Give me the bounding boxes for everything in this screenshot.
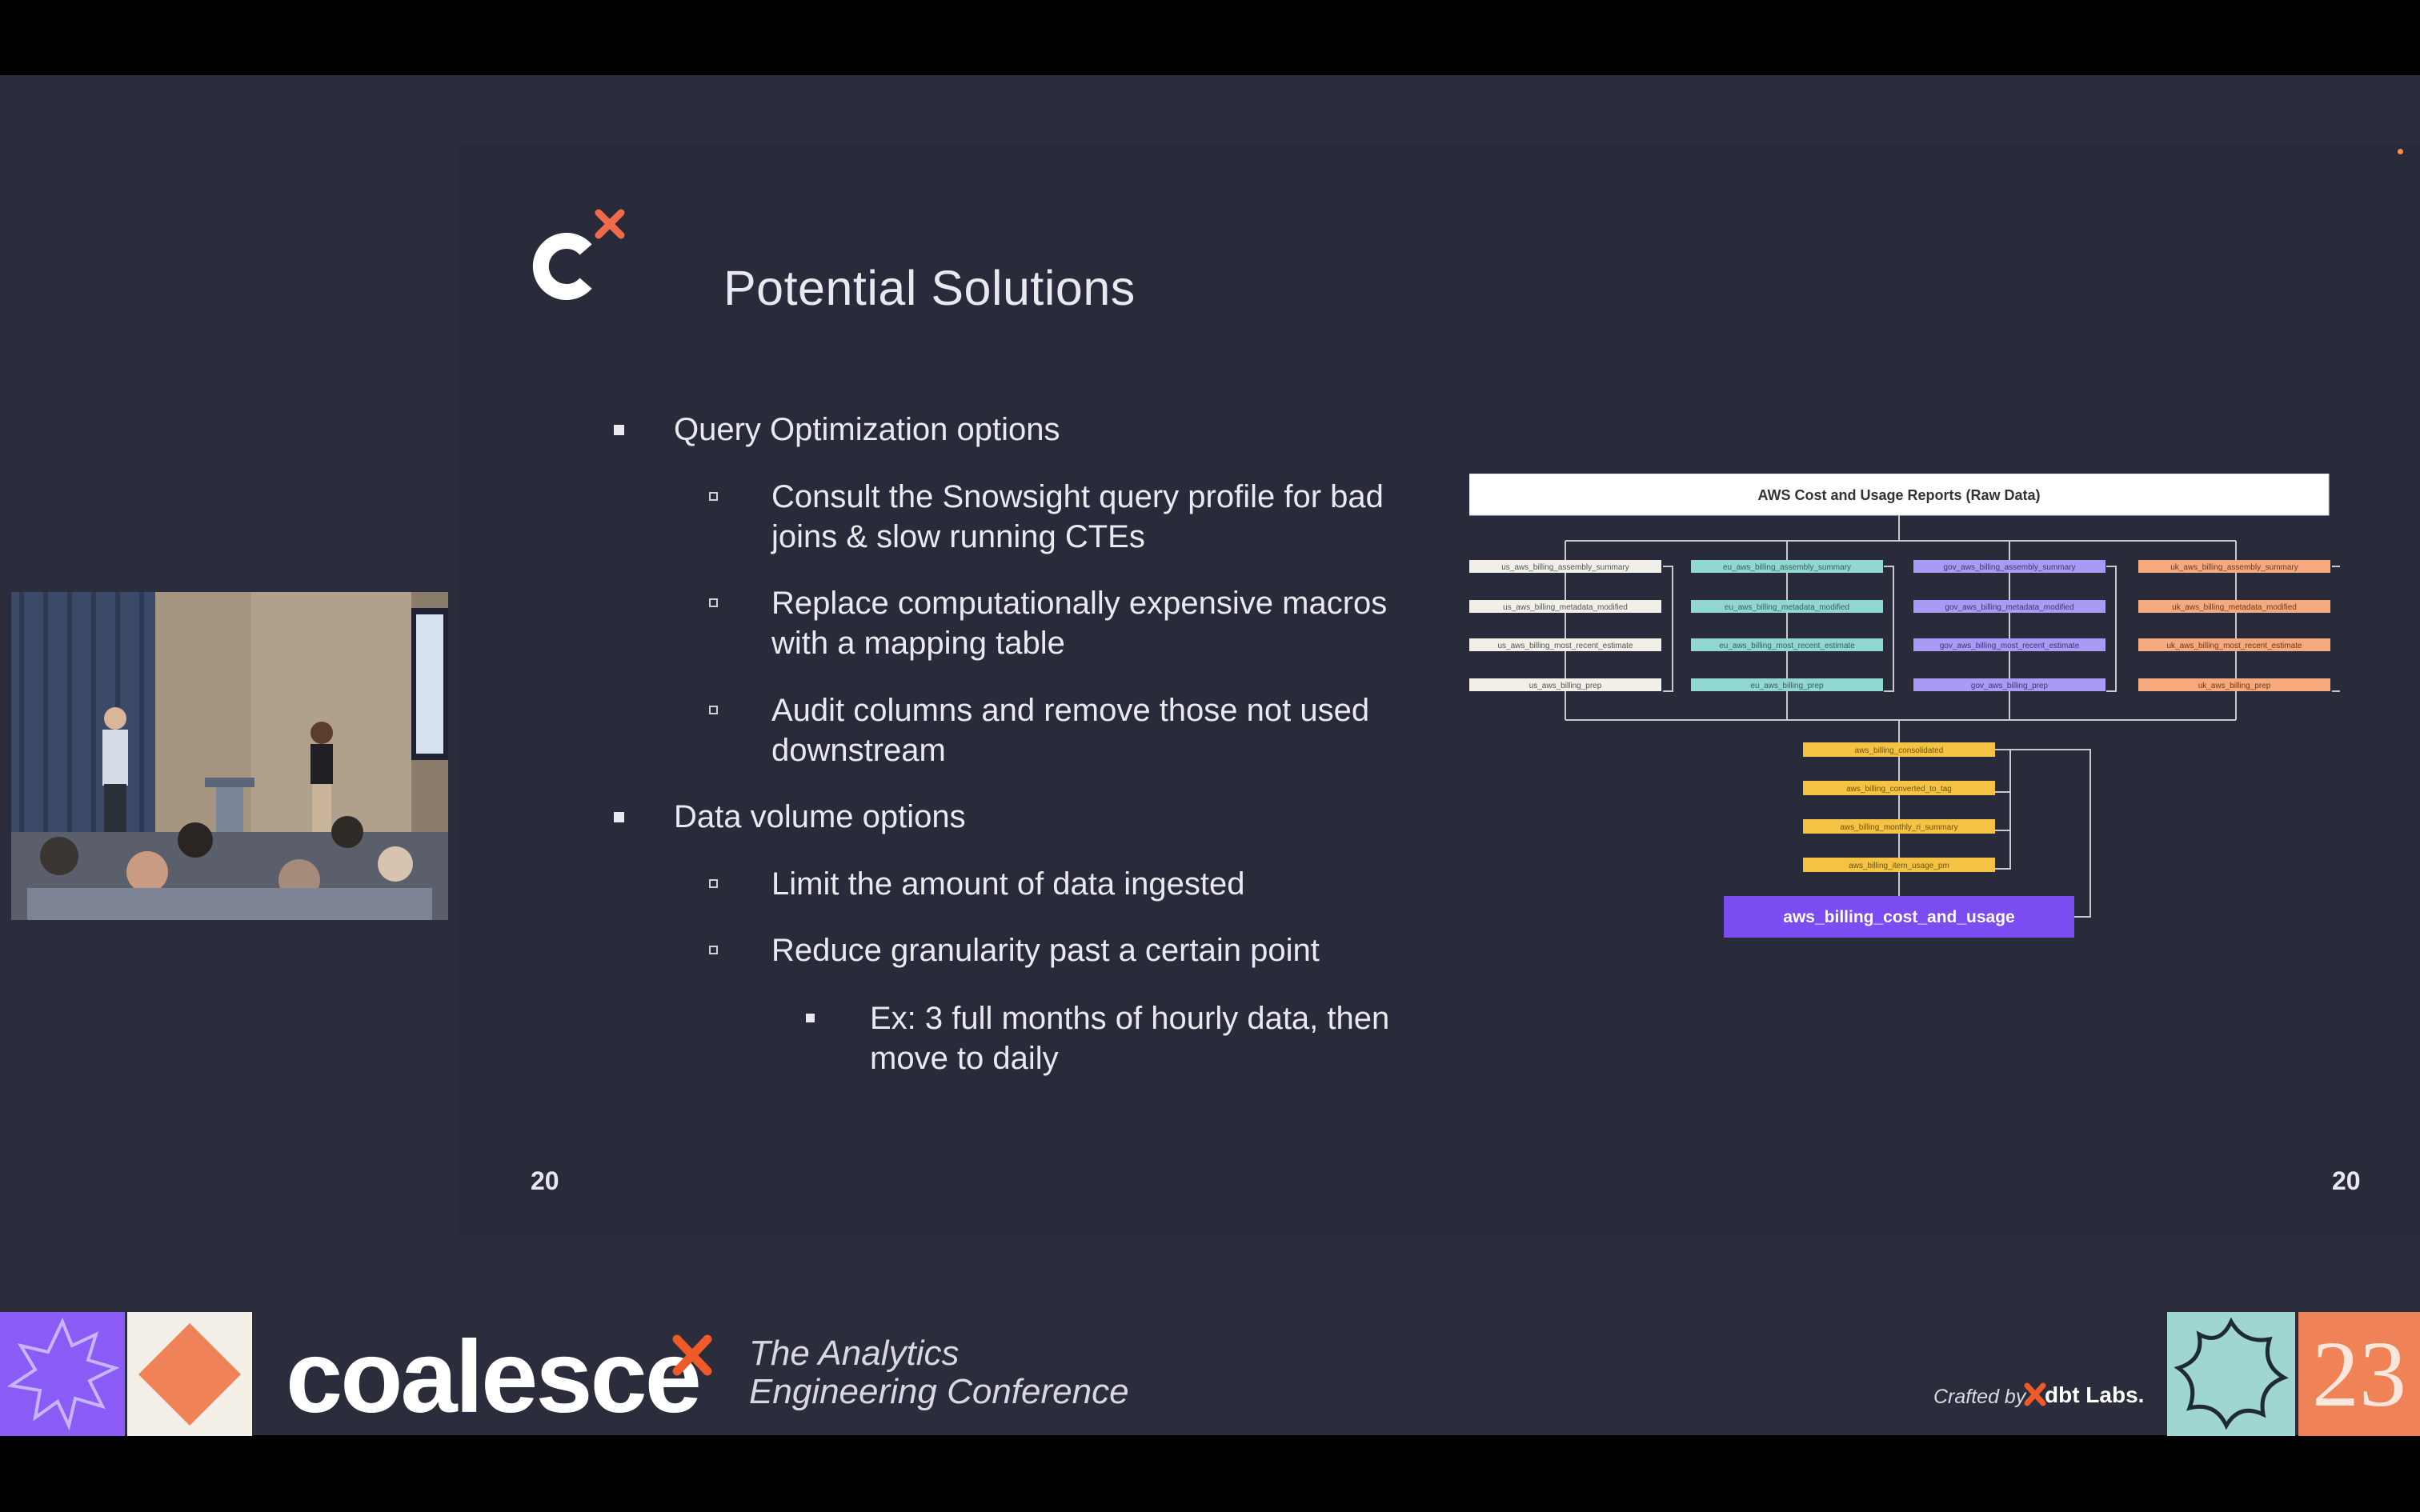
bullet-marker [614,812,624,822]
slide-title: Potential Solutions [723,261,1136,315]
crafted-by-text: Crafted by [1933,1386,2026,1408]
slide-indicator-dot [2398,149,2403,154]
star-blob-tile [2167,1312,2295,1436]
sub-sub-bullet-text: move to daily [870,1041,1059,1076]
diamond-tile [127,1312,252,1436]
page-number-left: 20 [531,1166,559,1195]
lineage-node-label: aws_billing_consolidated [1855,746,1944,755]
dbt-lineage-diagram: AWS Cost and Usage Reports (Raw Data) us… [1469,474,2340,938]
lineage-node-label: eu_aws_billing_prep [1750,682,1824,690]
lineage-node-label: eu_aws_billing_assembly_summary [1723,563,1851,572]
lineage-node-label: us_aws_billing_prep [1529,682,1602,690]
tagline-line-2: Engineering Conference [749,1372,1129,1411]
bullet-text: Query Optimization options [674,412,1060,447]
sub-bullet-text: Replace computationally expensive macros [771,586,1388,621]
lineage-node-label: uk_aws_billing_metadata_modified [2172,603,2297,612]
lineage-node-label: eu_aws_billing_metadata_modified [1725,603,1849,612]
lineage-node-label: gov_aws_billing_prep [1971,682,2049,690]
speaker-camera-inset [11,592,448,920]
sub-sub-bullet-text: Ex: 3 full months of hourly data, then [870,1001,1390,1036]
sub-sub-bullet-marker [806,1014,815,1022]
sub-bullet-marker [709,706,718,714]
final-model-label: aws_billing_cost_and_usage [1783,908,2014,926]
lineage-node-label: aws_billing_converted_to_tag [1846,785,1952,794]
coalesce-x-mark-icon [672,1334,712,1376]
sub-bullet-marker [709,598,718,607]
tagline: The Analytics Engineering Conference [749,1334,1129,1411]
sub-bullet-text: Limit the amount of data ingested [771,866,1245,902]
diagram-header-text: AWS Cost and Usage Reports (Raw Data) [1757,487,2040,503]
sub-bullet-text: Reduce granularity past a certain point [771,933,1320,968]
bullet-marker [614,425,624,435]
bullet-text: Data volume options [674,799,966,834]
lineage-node-label: gov_aws_billing_assembly_summary [1943,563,2075,572]
lineage-node-label: gov_aws_billing_most_recent_estimate [1940,642,2080,650]
dbt-labs-text: dbt Labs. [2045,1382,2145,1407]
lineage-node-label: eu_aws_billing_most_recent_estimate [1719,642,1855,650]
lineage-node-label: us_aws_billing_metadata_modified [1503,603,1628,612]
lineage-node-label: us_aws_billing_assembly_summary [1501,563,1629,572]
sub-bullet-text: downstream [771,733,946,768]
lineage-node-label: aws_billing_item_usage_pm [1849,862,1949,870]
sub-bullet-text: Consult the Snowsight query profile for … [771,479,1384,514]
diagram-column-uk: uk_aws_billing_assembly_summary uk_aws_b… [2138,560,2330,691]
page-number-right: 20 [2332,1166,2361,1195]
starburst-tile [0,1312,125,1436]
lineage-node-label: gov_aws_billing_metadata_modified [1945,603,2073,612]
sub-bullet-text: joins & slow running CTEs [771,519,1145,554]
lineage-node-label: uk_aws_billing_prep [2198,682,2271,690]
sub-bullet-text: Audit columns and remove those not used [771,693,1370,728]
sub-bullet-text: with a mapping table [771,626,1065,661]
coalesce-c-logo [532,209,625,300]
lineage-node-label: uk_aws_billing_assembly_summary [2170,563,2298,572]
lineage-node-label: us_aws_billing_most_recent_estimate [1498,642,1633,650]
sub-bullet-marker [709,879,718,888]
lineage-node-label: uk_aws_billing_most_recent_estimate [2167,642,2302,650]
sub-bullet-marker [709,946,718,954]
tagline-line-1: The Analytics [749,1334,960,1373]
sub-bullet-marker [709,492,718,501]
coalesce-wordmark: coalesce [286,1320,702,1434]
dbt-logo-icon [2024,1382,2046,1406]
year-tile: 23 [2298,1312,2420,1436]
lineage-node-label: aws_billing_monthly_ri_summary [1840,823,1957,832]
